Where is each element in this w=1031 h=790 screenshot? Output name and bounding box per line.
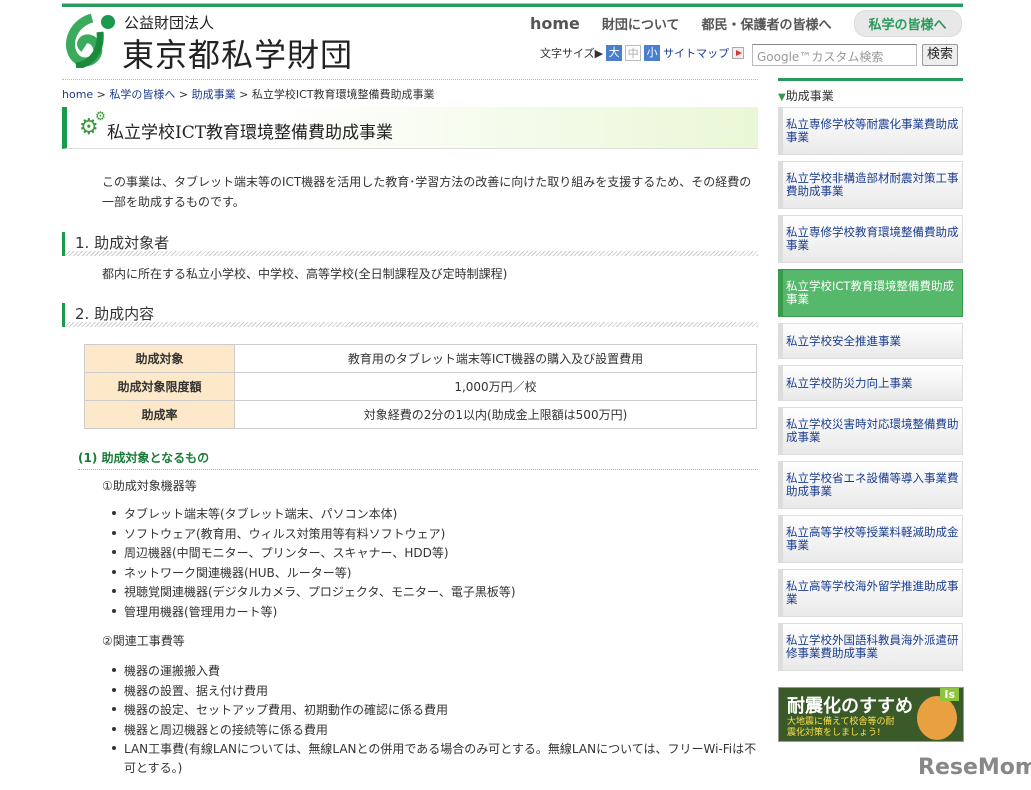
page-title: 私立学校ICT教育環境整備費助成事業	[107, 123, 394, 143]
equipment-list: タブレット端末等(タブレット端末、パソコン本体) ソフトウェア(教育用、ウィルス…	[110, 505, 516, 622]
toolbar: 文字サイズ▶ 大 中 小 サイトマップ	[540, 45, 745, 61]
table-row: 助成対象限度額 1,000万円／校	[84, 372, 757, 401]
sidebar-item[interactable]: 私立学校安全推進事業	[778, 323, 963, 359]
list-item: 機器と周辺機器との接続等に係る費用	[110, 721, 760, 741]
sidebar-title: 助成事業	[785, 89, 834, 103]
table-cell: 対象経費の2分の1以内(助成金上限額は500万円)	[234, 400, 757, 429]
earthquake-banner[interactable]: 耐震化のすすめ 大地震に備えて校舎等の耐震化対策をしましょう! Is	[778, 687, 964, 742]
nav-home[interactable]: home	[530, 14, 580, 33]
list-item: ネットワーク関連機器(HUB、ルーター等)	[110, 564, 516, 584]
search-input[interactable]: Google™カスタム検索	[752, 44, 917, 66]
logo-title: 東京都私学財団	[122, 36, 354, 74]
sidebar-item[interactable]: 私立学校防災力向上事業	[778, 365, 963, 401]
sitemap-link[interactable]: サイトマップ	[663, 45, 729, 61]
banner-title: 耐震化のすすめ	[787, 696, 913, 717]
breadcrumb-current: 私立学校ICT教育環境整備費助成事業	[251, 88, 435, 101]
section-heading: 1. 助成対象者	[62, 232, 758, 256]
list-item: 視聴覚関連機器(デジタルカメラ、プロジェクタ、モニター、電子黒板等)	[110, 583, 516, 603]
sidebar-item[interactable]: 私立専修学校教育環境整備費助成事業	[778, 215, 963, 263]
arrow-right-icon	[732, 47, 745, 59]
table-header: 助成対象	[84, 344, 235, 373]
list-item: 管理用機器(管理用カート等)	[110, 603, 516, 623]
table-header: 助成率	[84, 400, 235, 429]
list-item: 機器の設置、据え付け費用	[110, 682, 760, 702]
sidebar-item[interactable]: 私立学校非構造部材耐震対策工事費助成事業	[778, 161, 963, 209]
table-cell: 1,000万円／校	[234, 372, 757, 401]
page-title-bar: ⚙ ⚙ 私立学校ICT教育環境整備費助成事業	[62, 107, 758, 149]
global-nav: home 財団について 都民・保護者の皆様へ 私学の皆様へ	[530, 10, 962, 37]
font-size-small[interactable]: 小	[644, 45, 661, 61]
table-header: 助成対象限度額	[84, 372, 235, 401]
breadcrumb-schools[interactable]: 私学の皆様へ	[109, 88, 175, 101]
list-item: タブレット端末等(タブレット端末、パソコン本体)	[110, 505, 516, 525]
nav-schools[interactable]: 私学の皆様へ	[853, 10, 962, 37]
table-row: 助成率 対象経費の2分の1以内(助成金上限額は500万円)	[84, 400, 757, 429]
group-title: ②関連工事費等	[102, 634, 185, 648]
search-button[interactable]: 検索	[922, 44, 958, 66]
sidebar-item[interactable]: 私立学校省エネ設備等導入事業費助成事業	[778, 461, 963, 509]
logo[interactable]: 公益財団法人 東京都私学財団	[62, 10, 372, 74]
subsection-heading: (1) 助成対象となるもの	[78, 449, 758, 470]
mascot-icon	[917, 696, 957, 740]
grant-table: 助成対象 教育用のタブレット端末等ICT機器の購入及び設置費用 助成対象限度額 1,…	[84, 344, 757, 429]
list-item: ソフトウェア(教育用、ウィルス対策用等有料ソフトウェア)	[110, 525, 516, 545]
sidebar-item[interactable]: 私立高等学校等授業料軽減助成金事業	[778, 515, 963, 563]
breadcrumb-grants[interactable]: 助成事業	[192, 88, 236, 101]
nav-about[interactable]: 財団について	[602, 14, 680, 33]
gear-icon: ⚙	[95, 109, 106, 123]
sidebar-item[interactable]: 私立専修学校等耐震化事業費助成事業	[778, 107, 963, 155]
logo-mark-icon	[66, 13, 115, 68]
font-size-large[interactable]: 大	[606, 45, 623, 61]
nav-citizens[interactable]: 都民・保護者の皆様へ	[702, 14, 832, 33]
section-heading: 2. 助成内容	[62, 303, 758, 327]
construction-list: 機器の運搬搬入費 機器の設置、据え付け費用 機器の設定、セットアップ費用、初期動…	[110, 662, 760, 778]
breadcrumb: home > 私学の皆様へ > 助成事業 > 私立学校ICT教育環境整備費助成事…	[62, 88, 435, 101]
table-row: 助成対象 教育用のタブレット端末等ICT機器の購入及び設置費用	[84, 344, 757, 373]
triangle-down-icon: ▼	[778, 92, 786, 103]
list-item: LAN工事費(有線LANについては、無線LANとの併用である場合のみ可とする。無…	[110, 740, 760, 778]
breadcrumb-home[interactable]: home	[62, 88, 93, 101]
font-size-medium[interactable]: 中	[625, 45, 642, 61]
sidebar-heading: ▼助成事業	[778, 78, 963, 104]
table-cell: 教育用のタブレット端末等ICT機器の購入及び設置費用	[234, 344, 757, 373]
section-text: 都内に所在する私立小学校、中学校、高等学校(全日制課程及び定時制課程)	[102, 267, 508, 281]
font-size-label: 文字サイズ▶	[540, 47, 604, 60]
list-item: 機器の設定、セットアップ費用、初期動作の確認に係る費用	[110, 701, 760, 721]
list-item: 機器の運搬搬入費	[110, 662, 760, 682]
divider	[62, 79, 758, 80]
top-border	[62, 3, 963, 7]
watermark: ReseMom	[918, 755, 1031, 780]
sidebar-item[interactable]: 私立高等学校海外留学推進助成事業	[778, 569, 963, 617]
intro-text: この事業は、タブレット端末等のICT機器を活用した教育･学習方法の改善に向けた取…	[102, 175, 752, 209]
sidebar-item-active[interactable]: 私立学校ICT教育環境整備費助成事業	[778, 269, 963, 317]
banner-badge: Is	[940, 688, 959, 701]
group-title: ①助成対象機器等	[102, 479, 197, 493]
list-item: 周辺機器(中間モニター、プリンター、スキャナー、HDD等)	[110, 544, 516, 564]
sidebar-item[interactable]: 私立学校災害時対応環境整備費助成事業	[778, 407, 963, 455]
banner-text: 大地震に備えて校舎等の耐震化対策をしましょう!	[787, 717, 895, 738]
sidebar-item[interactable]: 私立学校外国語科教員海外派遣研修事業費助成事業	[778, 623, 963, 671]
